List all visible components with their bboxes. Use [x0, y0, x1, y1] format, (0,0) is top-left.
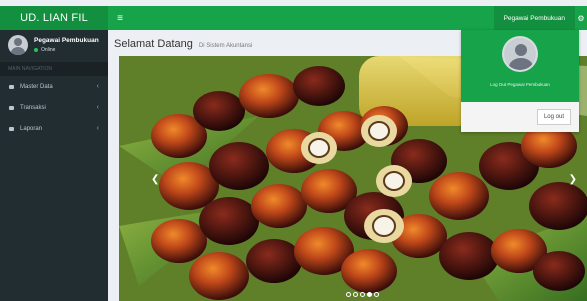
user-menu-button[interactable]: Pegawai Pembukuan	[493, 6, 575, 30]
sidebar-item-master-data[interactable]: Master Data ‹	[0, 76, 108, 97]
folder-icon	[9, 126, 14, 131]
sidebar-item-laporan[interactable]: Laporan ‹	[0, 118, 108, 139]
folder-icon	[9, 84, 14, 89]
sidebar-item-transaksi[interactable]: Transaksi ‹	[0, 97, 108, 118]
sidebar-item-label: Laporan	[20, 125, 43, 132]
sidebar-user-name: Pegawai Pembukuan	[34, 37, 99, 44]
sidebar: Pegawai Pembukuan Online MAIN NAVIGATION…	[0, 30, 108, 301]
brand-logo[interactable]: UD. LIAN FIL	[0, 6, 108, 30]
page-title: Selamat Datang Di Sistem Akuntansi	[114, 38, 252, 50]
carousel-dot[interactable]	[360, 292, 365, 297]
avatar	[8, 35, 28, 55]
user-dropdown: Log Out Pegawai Pembukuan Log out	[461, 30, 579, 132]
carousel-next-icon[interactable]: ❯	[569, 174, 577, 185]
dropdown-avatar	[502, 36, 538, 72]
user-panel: Pegawai Pembukuan Online	[0, 30, 108, 60]
carousel-dot[interactable]	[374, 292, 379, 297]
carousel-dot[interactable]	[346, 292, 351, 297]
dropdown-footer: Log out	[461, 102, 579, 132]
dropdown-caption: Log Out Pegawai Pembukuan	[490, 82, 550, 87]
online-status-icon	[34, 48, 38, 52]
user-info: Pegawai Pembukuan Online	[34, 37, 99, 53]
dropdown-header: Log Out Pegawai Pembukuan	[461, 30, 579, 102]
menu-toggle-icon[interactable]: ≡	[114, 13, 126, 24]
sidebar-item-label: Master Data	[20, 83, 53, 90]
chevron-left-icon: ‹	[96, 104, 99, 111]
page-title-text: Selamat Datang	[114, 38, 193, 50]
gear-icon[interactable]: ⚙	[575, 14, 587, 23]
user-status: Online	[34, 47, 99, 53]
carousel-prev-icon[interactable]: ❮	[151, 174, 159, 185]
carousel-dot-active[interactable]	[367, 292, 372, 297]
app-root: UD. LIAN FIL ≡ Pegawai Pembukuan ⚙ Pegaw…	[0, 0, 587, 301]
chevron-left-icon: ‹	[96, 125, 99, 132]
chevron-left-icon: ‹	[96, 83, 99, 90]
folder-icon	[9, 105, 14, 110]
user-menu-label: Pegawai Pembukuan	[503, 14, 565, 22]
logout-button[interactable]: Log out	[536, 109, 571, 125]
navbar-right: Pegawai Pembukuan ⚙	[493, 6, 587, 30]
top-navbar: UD. LIAN FIL ≡ Pegawai Pembukuan ⚙	[0, 6, 587, 30]
nav-header: MAIN NAVIGATION	[0, 62, 108, 76]
carousel-indicators	[345, 292, 380, 297]
page-subtitle: Di Sistem Akuntansi	[198, 43, 253, 49]
user-status-label: Online	[41, 47, 56, 53]
carousel-dot[interactable]	[353, 292, 358, 297]
sidebar-item-label: Transaksi	[20, 104, 46, 111]
